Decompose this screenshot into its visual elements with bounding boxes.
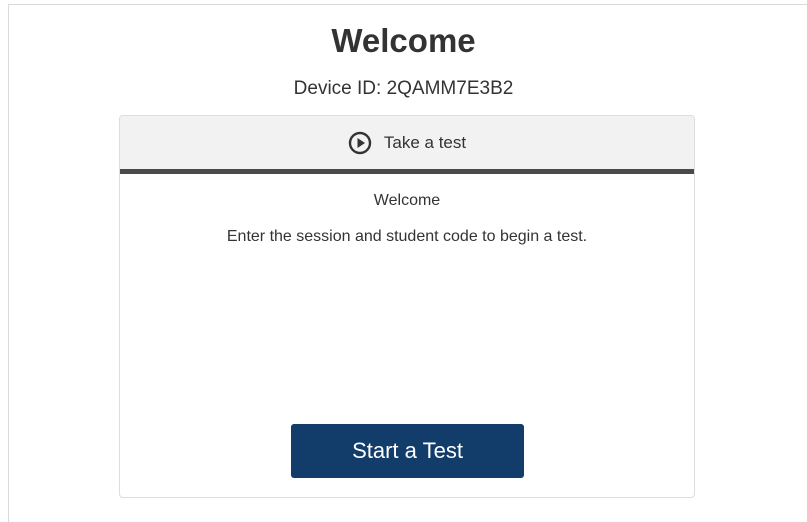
start-test-button[interactable]: Start a Test	[291, 424, 524, 478]
take-test-label: Take a test	[383, 132, 467, 152]
take-test-tab[interactable]: Take a test	[120, 116, 694, 174]
panel-instruction-text: Enter the session and student code to be…	[226, 228, 588, 245]
device-id-label: Device ID: 2QAMM7E3B2	[293, 78, 514, 99]
panel-welcome-heading: Welcome	[373, 192, 441, 209]
page-title: Welcome	[331, 22, 476, 59]
take-test-panel: Take a test Welcome Enter the session an…	[119, 115, 695, 498]
play-circle-icon	[348, 131, 372, 155]
